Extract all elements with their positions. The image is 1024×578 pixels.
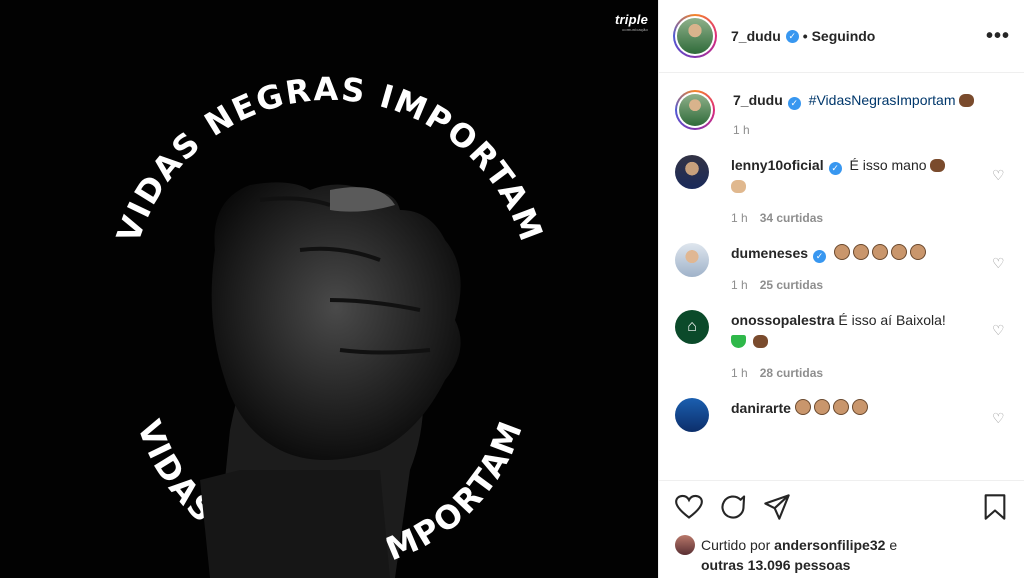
- clap-emoji: [871, 244, 888, 260]
- heart-icon[interactable]: ♡: [992, 410, 1006, 426]
- logo-subtext: comunicação: [622, 27, 648, 32]
- verified-icon: ✓: [828, 162, 842, 175]
- heart-icon[interactable]: ♡: [992, 322, 1006, 338]
- raised-fist-emoji: [959, 94, 975, 107]
- clap-emoji: [851, 399, 868, 415]
- commenter-avatar[interactable]: [675, 398, 709, 432]
- instagram-post: VIDAS NEGRAS IMPORTAM VIDAS NEGRAS IMPOR…: [0, 0, 1024, 578]
- fist-shape: [211, 182, 461, 460]
- verified-icon: ✓: [813, 250, 827, 263]
- heart-icon[interactable]: ♡: [992, 167, 1006, 183]
- clap-emoji: [833, 244, 850, 260]
- likes-others[interactable]: outras 13.096 pessoas: [701, 557, 850, 573]
- arm-occluder: [200, 470, 390, 578]
- caption-avatar[interactable]: [675, 90, 715, 130]
- bookmark-icon[interactable]: [982, 493, 1008, 521]
- comment-username[interactable]: danirarte: [731, 400, 791, 416]
- clap-emoji: [813, 399, 830, 415]
- fist-bump-emoji: [731, 180, 746, 193]
- green-heart-emoji: [731, 335, 746, 348]
- raised-fist-emoji: [752, 335, 768, 348]
- likes-prefix: Curtido por: [701, 537, 771, 553]
- author-avatar[interactable]: [673, 14, 717, 58]
- share-icon[interactable]: [763, 493, 791, 521]
- commenter-avatar[interactable]: [675, 243, 709, 277]
- avatar-image: [677, 18, 713, 54]
- comment-text: É isso aí Baixola!: [838, 312, 946, 328]
- clap-emoji: [832, 399, 849, 415]
- liker-avatar[interactable]: [675, 535, 695, 555]
- verified-icon: ✓: [785, 29, 799, 43]
- comment-row: danirarte ♡: [675, 398, 1006, 432]
- comment-username[interactable]: lenny10oficial: [731, 157, 824, 173]
- liker-username[interactable]: andersonfilipe32: [774, 537, 885, 553]
- clap-emoji: [890, 244, 907, 260]
- commenter-avatar[interactable]: ⌂: [675, 310, 709, 344]
- triple-logo: triple comunicação: [615, 12, 648, 32]
- comment-row: ⌂ onossopalestra É isso aí Baixola! 1 h 2…: [675, 310, 1006, 380]
- comment-time: 1 h: [731, 278, 748, 292]
- action-bar: Curtido por andersonfilipe32 e outras 13…: [659, 480, 1024, 578]
- follow-status[interactable]: • Seguindo: [803, 28, 876, 44]
- more-options-button[interactable]: •••: [986, 25, 1010, 48]
- comment-time: 1 h: [731, 366, 748, 380]
- post-header: 7_dudu ✓ • Seguindo •••: [659, 0, 1024, 73]
- comment-username[interactable]: dumeneses: [731, 245, 808, 261]
- post-image[interactable]: VIDAS NEGRAS IMPORTAM VIDAS NEGRAS IMPOR…: [0, 0, 658, 578]
- commenter-avatar[interactable]: [675, 155, 709, 189]
- post-sidebar: 7_dudu ✓ • Seguindo ••• 7_dudu ✓ #VidasNe…: [658, 0, 1024, 578]
- logo-text: triple: [615, 12, 648, 27]
- author-username[interactable]: 7_dudu: [731, 28, 781, 44]
- comment-likes[interactable]: 34 curtidas: [760, 211, 823, 225]
- comment-icon[interactable]: [719, 493, 747, 521]
- clap-emoji: [909, 244, 926, 260]
- likes-suffix: e: [889, 537, 898, 553]
- fist-artwork: VIDAS NEGRAS IMPORTAM VIDAS NEGRAS IMPOR…: [109, 70, 549, 578]
- verified-icon: ✓: [787, 97, 801, 110]
- clap-emoji: [852, 244, 869, 260]
- hashtag-link[interactable]: #VidasNegrasImportam: [809, 92, 956, 108]
- caption-username[interactable]: 7_dudu: [733, 92, 783, 108]
- comments-list[interactable]: 7_dudu ✓ #VidasNegrasImportam 1 h lenny10…: [659, 74, 1024, 480]
- comment-likes[interactable]: 28 curtidas: [760, 366, 823, 380]
- caption: 7_dudu ✓ #VidasNegrasImportam 1 h: [675, 90, 1006, 137]
- fist-bump-emoji: [930, 159, 946, 172]
- comment-likes[interactable]: 25 curtidas: [760, 278, 823, 292]
- comment-text: É isso mano: [849, 157, 927, 173]
- comment-time: 1 h: [731, 211, 748, 225]
- comment-username[interactable]: onossopalestra: [731, 312, 834, 328]
- comment-row: dumeneses ✓ 1 h 25 curtidas ♡: [675, 243, 1006, 292]
- clap-emoji: [794, 399, 811, 415]
- comment-row: lenny10oficial ✓ É isso mano 1 h 34 curtid…: [675, 155, 1006, 225]
- likes-summary: Curtido por andersonfilipe32 e outras 13…: [675, 535, 1008, 575]
- heart-icon[interactable]: ♡: [992, 255, 1006, 271]
- caption-time: 1 h: [733, 123, 750, 137]
- like-heart-icon[interactable]: [675, 494, 703, 520]
